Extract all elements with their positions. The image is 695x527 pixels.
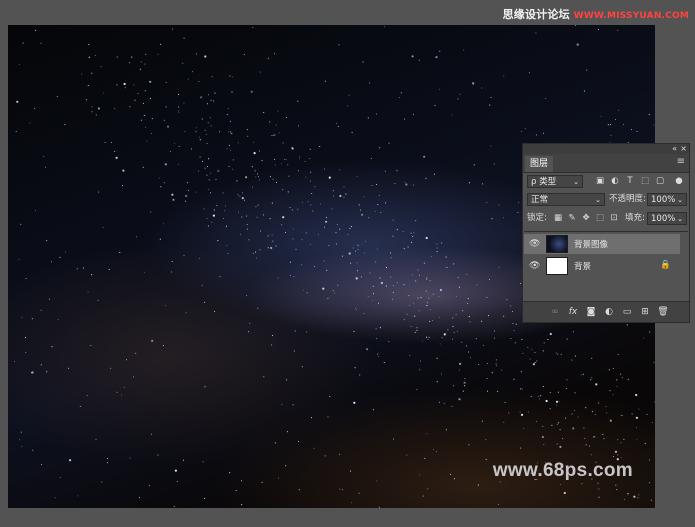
fill-label: 填充: xyxy=(625,213,645,223)
lock-artboard-icon[interactable]: ⬚ xyxy=(595,213,605,223)
filter-row: ρ 类型 ⌄ ▣ ◐ T ⬚ ▢ ● xyxy=(523,173,689,190)
lock-transparency-icon[interactable]: ▦ xyxy=(553,213,563,223)
lock-pixels-icon[interactable]: ✎ xyxy=(567,213,577,223)
folder-icon[interactable]: ▭ xyxy=(621,306,633,318)
layer-row-background[interactable]: 👁 背景 🔒 xyxy=(524,256,680,276)
lock-row: 锁定: ▦ ✎ ✥ ⬚ ⊡ 填充: 100% ⌄ xyxy=(523,210,689,227)
mask-icon[interactable]: ◙ xyxy=(585,306,597,318)
adjustment-icon[interactable]: ◐ xyxy=(603,306,615,318)
chevron-down-icon: ⌄ xyxy=(677,196,683,204)
watermark-url: WWW.MISSYUAN.COM xyxy=(573,11,689,21)
shape-filter-icon[interactable]: ⬚ xyxy=(640,176,650,186)
layer-name: 背景图像 xyxy=(574,240,609,250)
blend-row: 正常 ⌄ 不透明度: 100% ⌄ xyxy=(523,191,689,208)
layer-row-background-image[interactable]: 👁 背景图像 xyxy=(524,234,680,254)
opacity-input[interactable]: 100% ⌄ xyxy=(647,193,687,206)
image-filter-icon[interactable]: ▣ xyxy=(595,176,605,186)
blend-mode-select[interactable]: 正常 ⌄ xyxy=(527,193,605,206)
opacity-value: 100% xyxy=(651,195,676,205)
chevron-down-icon: ⌄ xyxy=(677,215,683,223)
fill-value: 100% xyxy=(651,214,676,224)
panel-tab-row: 图层 ≡ xyxy=(523,154,689,173)
smartobject-filter-icon[interactable]: ▢ xyxy=(655,176,665,186)
type-filter-icon[interactable]: T xyxy=(625,176,635,186)
panel-title-bar[interactable]: « × xyxy=(523,144,689,154)
layers-list: 👁 背景图像 👁 背景 🔒 xyxy=(524,231,688,292)
tab-layers[interactable]: 图层 xyxy=(525,156,554,172)
search-icon: ρ xyxy=(531,177,537,187)
fx-icon[interactable]: fx xyxy=(567,306,579,318)
adjustment-filter-icon[interactable]: ◐ xyxy=(610,176,620,186)
filter-kind-label: 类型 xyxy=(539,177,557,187)
watermark-bottom: www.68ps.com xyxy=(492,460,633,481)
panel-menu-icon[interactable]: ≡ xyxy=(677,157,685,167)
collapse-icon[interactable]: « xyxy=(672,144,677,154)
opacity-label: 不透明度: xyxy=(609,194,646,204)
layer-name: 背景 xyxy=(574,262,592,272)
layer-thumbnail xyxy=(546,235,568,253)
lock-icon: 🔒 xyxy=(660,260,671,270)
eye-icon[interactable]: 👁 xyxy=(529,239,540,249)
filter-kind-select[interactable]: ρ 类型 ⌄ xyxy=(527,175,583,188)
link-icon[interactable]: ∞ xyxy=(549,306,561,318)
blend-mode-label: 正常 xyxy=(531,195,549,205)
lock-label: 锁定: xyxy=(527,213,547,223)
close-icon[interactable]: × xyxy=(680,144,687,154)
eye-icon[interactable]: 👁 xyxy=(529,261,540,271)
chevron-down-icon: ⌄ xyxy=(573,178,579,186)
new-layer-icon[interactable]: ⊞ xyxy=(639,306,651,318)
trash-icon[interactable]: 🗑 xyxy=(657,306,669,318)
filter-toggle-icon[interactable]: ● xyxy=(674,176,684,186)
watermark-top: 思缘设计论坛 WWW.MISSYUAN.COM xyxy=(503,6,689,22)
lock-position-icon[interactable]: ✥ xyxy=(581,213,591,223)
lock-all-icon[interactable]: ⊡ xyxy=(609,213,619,223)
watermark-cn: 思缘设计论坛 xyxy=(502,8,570,21)
layer-thumbnail xyxy=(546,257,568,275)
panel-bottom-toolbar: ∞ fx ◙ ◐ ▭ ⊞ 🗑 xyxy=(523,301,689,322)
chevron-down-icon: ⌄ xyxy=(595,196,601,204)
fill-input[interactable]: 100% ⌄ xyxy=(647,212,687,225)
layers-panel: « × 图层 ≡ ρ 类型 ⌄ ▣ ◐ T ⬚ ▢ ● 正常 ⌄ 不透明度: 1… xyxy=(522,143,690,323)
